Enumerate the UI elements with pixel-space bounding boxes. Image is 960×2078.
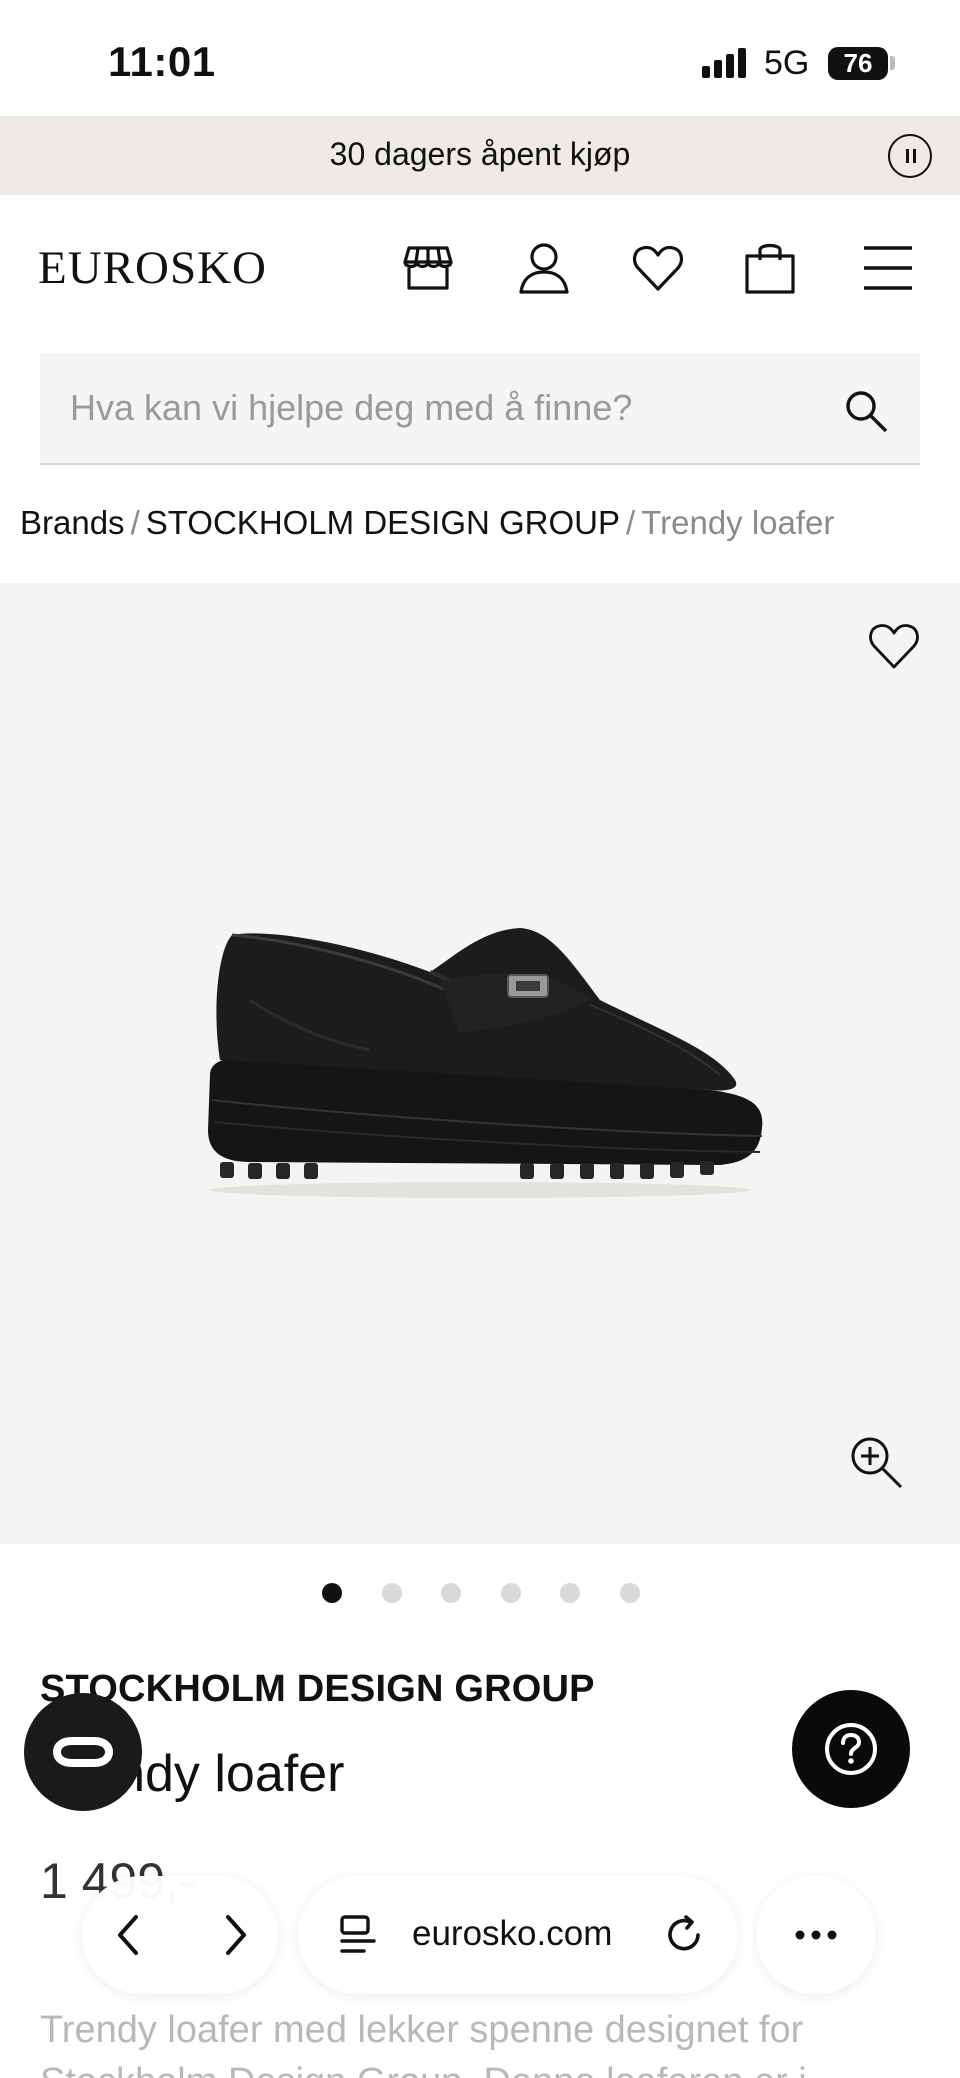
- promo-banner: 30 dagers åpent kjøp: [0, 116, 960, 195]
- store-icon[interactable]: [400, 240, 456, 296]
- back-icon[interactable]: [106, 1911, 154, 1959]
- breadcrumb-current: Trendy loafer: [641, 504, 835, 541]
- link-share-button[interactable]: [24, 1693, 142, 1811]
- pagination-dot[interactable]: [441, 1583, 461, 1603]
- status-time: 11:01: [108, 38, 216, 85]
- battery-icon: 76: [828, 47, 888, 80]
- breadcrumb-brand[interactable]: STOCKHOLM DESIGN GROUP: [146, 504, 620, 541]
- help-button[interactable]: [792, 1690, 910, 1808]
- page-menu-icon[interactable]: [334, 1911, 382, 1959]
- favorite-icon[interactable]: [866, 618, 922, 674]
- promo-text: 30 dagers åpent kjøp: [329, 136, 631, 172]
- pagination-dot[interactable]: [322, 1583, 342, 1603]
- link-icon: [52, 1737, 114, 1767]
- pagination-dot[interactable]: [560, 1583, 580, 1603]
- gallery-pagination: [0, 1583, 960, 1603]
- product-description: Trendy loafer med lekker spenne designet…: [40, 2009, 807, 2078]
- breadcrumb-brands[interactable]: Brands: [20, 504, 125, 541]
- signal-icon: [702, 48, 750, 78]
- status-bar: 11:01 5G 76: [0, 0, 960, 116]
- wishlist-icon[interactable]: [630, 240, 686, 296]
- search-input[interactable]: [70, 383, 830, 433]
- forward-icon[interactable]: [210, 1911, 258, 1959]
- search-icon[interactable]: [842, 387, 890, 435]
- url-text[interactable]: eurosko.com: [412, 1914, 612, 1954]
- pagination-dot[interactable]: [500, 1583, 521, 1603]
- product-image[interactable]: [190, 900, 770, 1200]
- breadcrumb: Brands / STOCKHOLM DESIGN GROUP / Trendy loa…: [20, 504, 834, 542]
- menu-icon[interactable]: [860, 240, 916, 296]
- breadcrumb-separator: /: [130, 504, 140, 541]
- pagination-dot[interactable]: [619, 1583, 640, 1603]
- site-logo[interactable]: EUROSKO: [38, 241, 267, 295]
- account-icon[interactable]: [516, 240, 572, 296]
- cart-icon[interactable]: [742, 240, 798, 296]
- pause-icon[interactable]: [888, 134, 932, 178]
- reload-icon[interactable]: [660, 1911, 708, 1959]
- search-bar[interactable]: [40, 353, 920, 465]
- breadcrumb-separator: /: [626, 504, 636, 541]
- more-icon[interactable]: [792, 1911, 840, 1959]
- battery-tip: [890, 56, 895, 70]
- network-type: 5G: [764, 44, 810, 82]
- zoom-icon[interactable]: [846, 1432, 906, 1492]
- pagination-dot[interactable]: [381, 1583, 402, 1603]
- help-icon: [825, 1723, 877, 1775]
